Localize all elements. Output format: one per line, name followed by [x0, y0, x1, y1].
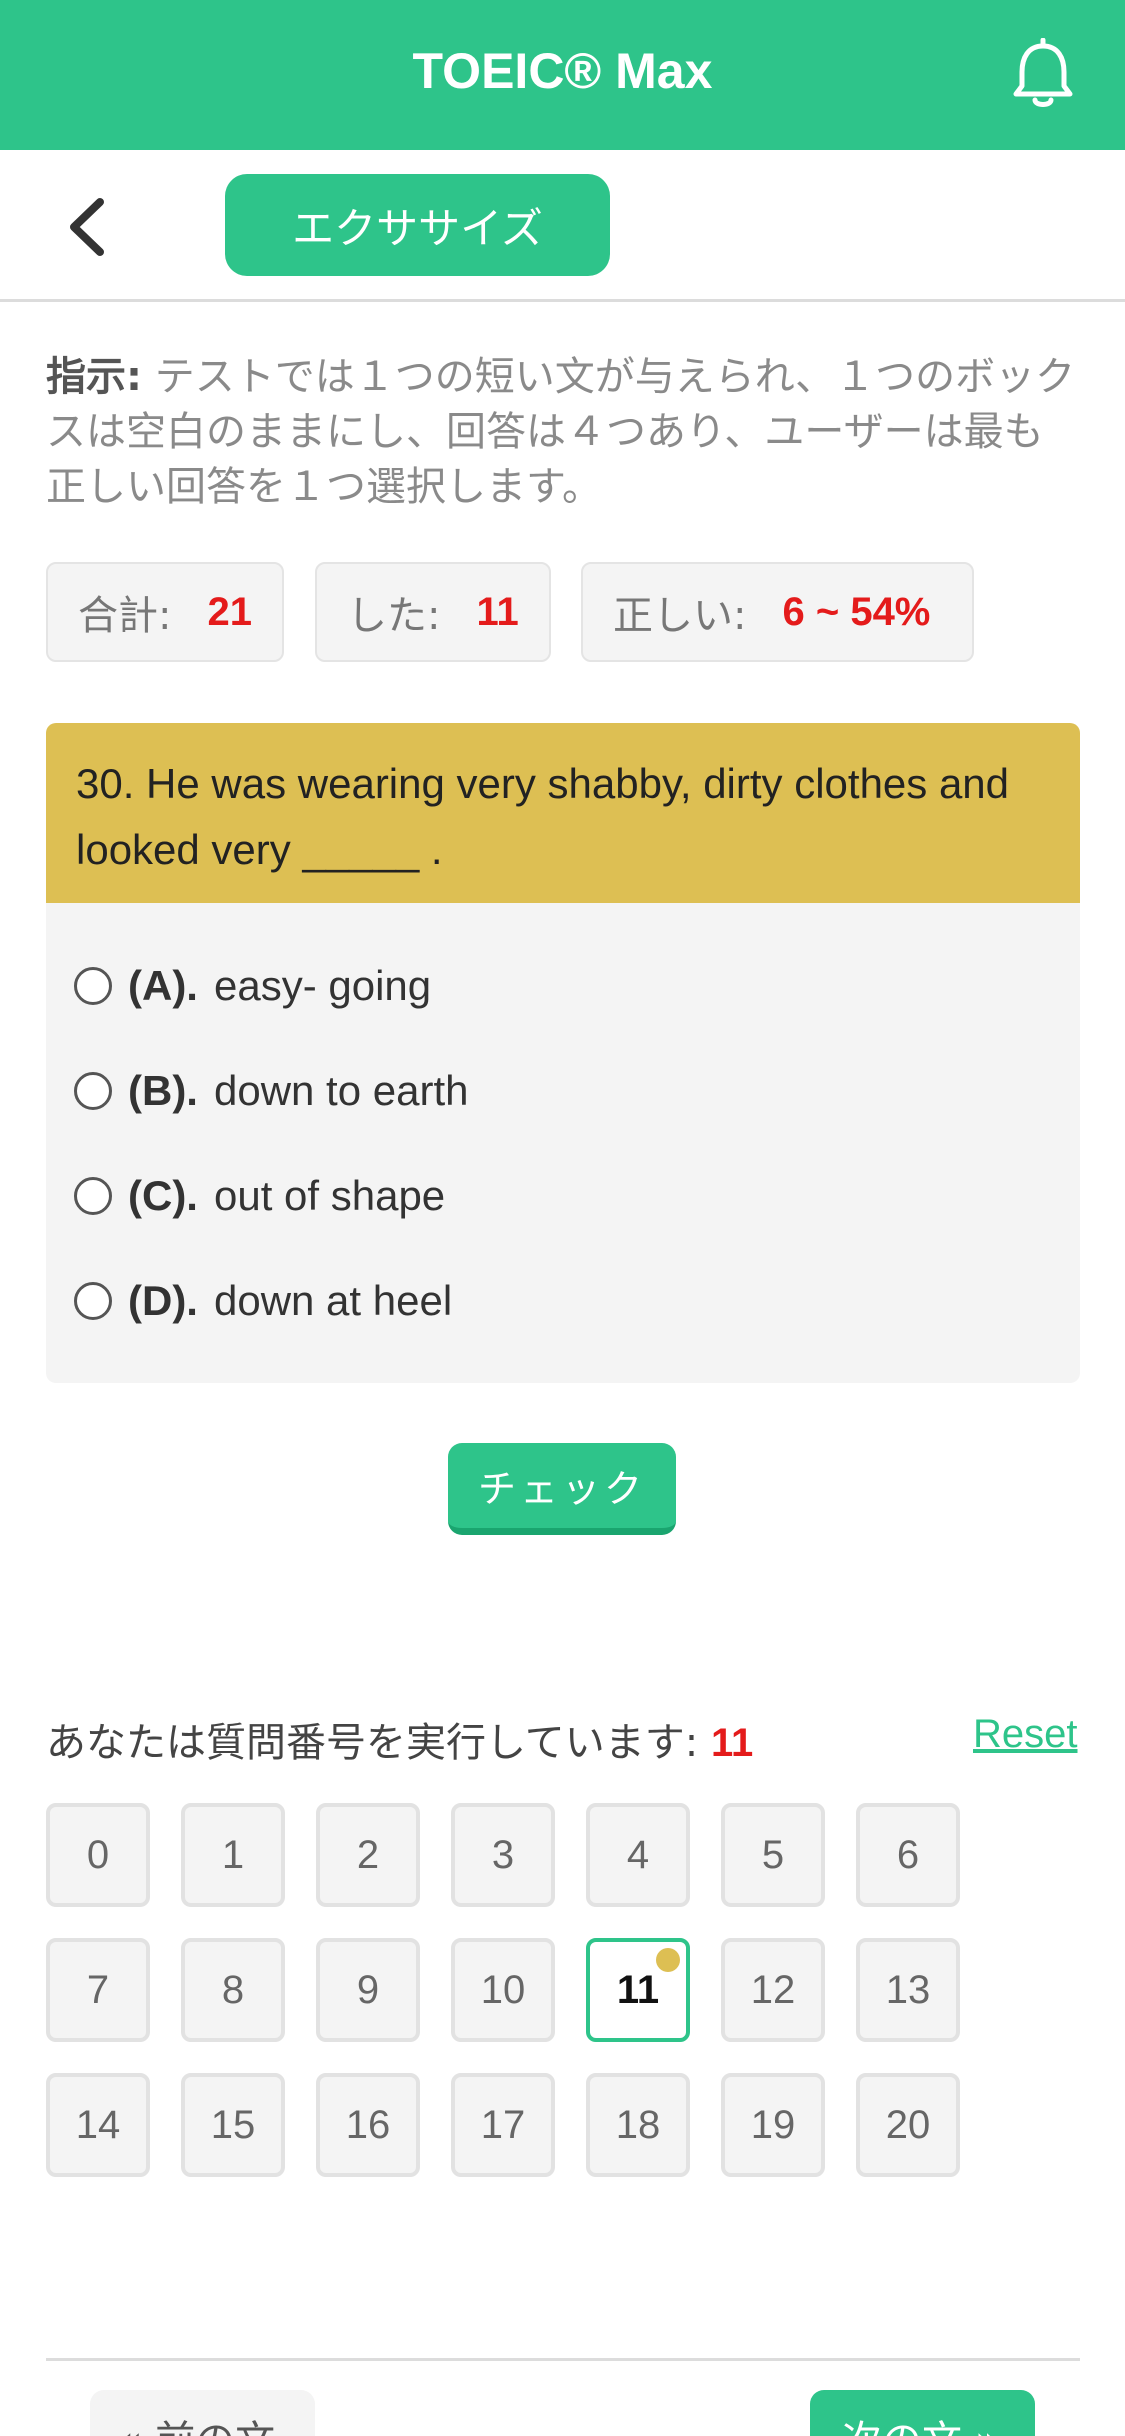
- stat-value: 11: [476, 589, 519, 634]
- instructions-label: 指示:: [46, 354, 142, 400]
- check-button[interactable]: チェック: [448, 1443, 676, 1535]
- current-marker-dot: [656, 1948, 680, 1972]
- question-number-button[interactable]: 8: [181, 1938, 285, 2042]
- divider: [46, 2358, 1080, 2361]
- question-number-button[interactable]: 16: [316, 2073, 420, 2177]
- stat-correct: 正しい: 6 ~ 54%: [581, 562, 974, 662]
- top-bar: TOEIC® Max: [0, 0, 1125, 150]
- stat-done: した: 11: [315, 562, 551, 662]
- question-number-label: 2: [356, 1832, 380, 1877]
- question-number-button[interactable]: 0: [46, 1803, 150, 1907]
- question-number-label: 0: [86, 1832, 110, 1877]
- question-number-label: 14: [75, 2102, 121, 2147]
- instructions: 指示: テストでは１つの短い文が与えられ、１つのボックスは空白のままにし、回答は…: [46, 350, 1081, 515]
- question-number-button[interactable]: 7: [46, 1938, 150, 2042]
- prev-button[interactable]: « 前の文: [90, 2390, 315, 2436]
- option-text: down at heel: [213, 1277, 453, 1324]
- question-number-label: 1: [221, 1832, 245, 1877]
- tab-exercise[interactable]: エクササイズ: [225, 174, 610, 276]
- chevron-left-icon[interactable]: [60, 192, 120, 262]
- question-number-button[interactable]: 9: [316, 1938, 420, 2042]
- question-number-button[interactable]: 3: [451, 1803, 555, 1907]
- sub-nav: エクササイズ: [0, 150, 1125, 302]
- question-number-button[interactable]: 18: [586, 2073, 690, 2177]
- option-text: out of shape: [213, 1172, 446, 1219]
- stat-value: 21: [207, 589, 252, 634]
- option-a[interactable]: (A). easy- going: [74, 951, 431, 1021]
- radio-button[interactable]: [74, 1282, 112, 1320]
- progress-text: あなたは質問番号を実行しています: 11: [46, 1710, 753, 1768]
- option-b[interactable]: (B). down to earth: [74, 1056, 469, 1126]
- reset-link[interactable]: Reset: [973, 1712, 1078, 1757]
- question-number-button[interactable]: 19: [721, 2073, 825, 2177]
- question-number-label: 20: [885, 2102, 931, 2147]
- question-number-label: 11: [616, 1967, 660, 2012]
- radio-button[interactable]: [74, 967, 112, 1005]
- question-number-button[interactable]: 5: [721, 1803, 825, 1907]
- question-number-label: 8: [221, 1967, 245, 2012]
- question-number-button[interactable]: 2: [316, 1803, 420, 1907]
- option-text: easy- going: [213, 962, 432, 1009]
- option-letter: (A).: [128, 962, 198, 1009]
- instructions-text: テストでは１つの短い文が与えられ、１つのボックスは空白のままにし、回答は４つあり…: [46, 354, 1076, 510]
- question-number-button[interactable]: 15: [181, 2073, 285, 2177]
- question-number-button[interactable]: 11: [586, 1938, 690, 2042]
- question-number-label: 15: [210, 2102, 256, 2147]
- question-number-label: 3: [491, 1832, 515, 1877]
- progress-label: あなたは質問番号を実行しています:: [46, 1720, 699, 1766]
- question-text: 30. He was wearing very shabby, dirty cl…: [46, 723, 1080, 903]
- question-number-label: 19: [750, 2102, 796, 2147]
- option-letter: (D).: [128, 1277, 198, 1324]
- question-number-label: 13: [885, 1967, 931, 2012]
- question-number-button[interactable]: 12: [721, 1938, 825, 2042]
- question-number-button[interactable]: 14: [46, 2073, 150, 2177]
- question-number-label: 6: [896, 1832, 920, 1877]
- stat-total: 合計: 21: [46, 562, 284, 662]
- question-number-button[interactable]: 13: [856, 1938, 960, 2042]
- question-number-label: 12: [750, 1967, 796, 2012]
- option-text: down to earth: [213, 1067, 469, 1114]
- radio-button[interactable]: [74, 1177, 112, 1215]
- question-number-button[interactable]: 4: [586, 1803, 690, 1907]
- app-title: TOEIC® Max: [412, 43, 713, 99]
- question-number-label: 9: [356, 1967, 380, 2012]
- question-number-button[interactable]: 20: [856, 2073, 960, 2177]
- question-number-button[interactable]: 1: [181, 1803, 285, 1907]
- question-number-label: 5: [761, 1832, 785, 1877]
- question-number-label: 4: [626, 1832, 650, 1877]
- option-d[interactable]: (D). down at heel: [74, 1266, 452, 1336]
- stat-label: 合計:: [78, 593, 172, 639]
- question-number-label: 7: [86, 1967, 110, 2012]
- question-number-label: 16: [345, 2102, 391, 2147]
- stat-value: 6 ~ 54%: [782, 589, 931, 634]
- stat-label: した:: [347, 593, 441, 639]
- bell-icon[interactable]: [1008, 38, 1078, 110]
- option-letter: (C).: [128, 1172, 198, 1219]
- question-number-button[interactable]: 10: [451, 1938, 555, 2042]
- next-button[interactable]: 次の文 »: [810, 2390, 1035, 2436]
- question-number-label: 17: [480, 2102, 526, 2147]
- options-panel: (A). easy- going (B). down to earth (C).…: [46, 903, 1080, 1383]
- stat-label: 正しい:: [613, 593, 747, 639]
- question-number-button[interactable]: 17: [451, 2073, 555, 2177]
- question-number-button[interactable]: 6: [856, 1803, 960, 1907]
- question-number-label: 10: [480, 1967, 526, 2012]
- option-c[interactable]: (C). out of shape: [74, 1161, 445, 1231]
- question-number-label: 18: [615, 2102, 661, 2147]
- radio-button[interactable]: [74, 1072, 112, 1110]
- option-letter: (B).: [128, 1067, 198, 1114]
- current-question-number: 11: [711, 1721, 754, 1765]
